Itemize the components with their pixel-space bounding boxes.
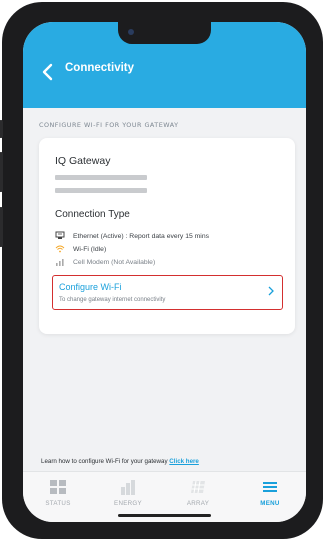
- connection-type-heading: Connection Type: [55, 209, 130, 220]
- redacted-line: [55, 188, 147, 193]
- menu-icon: [263, 482, 277, 492]
- tab-label: MENU: [260, 500, 280, 507]
- redacted-line: [55, 175, 147, 180]
- cell-signal-icon: [56, 259, 64, 266]
- help-message: Learn how to configure Wi-Fi for your ga…: [41, 458, 168, 465]
- wifi-icon: [55, 245, 65, 253]
- help-text: Learn how to configure Wi-Fi for your ga…: [41, 458, 199, 465]
- tab-label: ARRAY: [186, 500, 210, 507]
- connection-label: Wi-Fi (Idle): [73, 245, 107, 253]
- bar-chart-icon: [121, 480, 135, 495]
- gateway-name: IQ Gateway: [55, 155, 111, 167]
- screen: Connectivity CONFIGURE WI-FI FOR YOUR GA…: [23, 22, 306, 522]
- solar-panel-icon: [191, 480, 205, 494]
- page-title: Connectivity: [65, 62, 135, 74]
- tab-menu[interactable]: MENU: [235, 472, 305, 512]
- tab-energy[interactable]: ENERGY: [93, 472, 163, 512]
- section-label: CONFIGURE WI-FI FOR YOUR GATEWAY: [39, 121, 179, 129]
- connection-label: Ethernet (Active) : Report data every 15…: [73, 232, 209, 240]
- connection-ethernet-row: Ethernet (Active) : Report data every 15…: [55, 231, 209, 241]
- volume-up-button: [0, 152, 3, 192]
- ethernet-icon: [55, 231, 65, 239]
- connection-label: Cell Modem (Not Available): [73, 258, 156, 266]
- back-arrow-icon[interactable]: [37, 61, 59, 83]
- mute-switch: [0, 120, 3, 138]
- phone-frame: Connectivity CONFIGURE WI-FI FOR YOUR GA…: [0, 2, 323, 539]
- camera-dot: [128, 29, 134, 35]
- connection-wifi-row: Wi-Fi (Idle): [55, 244, 106, 254]
- configure-wifi-subtitle: To change gateway internet connectivity: [59, 297, 166, 303]
- tab-status[interactable]: STATUS: [23, 472, 93, 512]
- chevron-right-icon: [268, 286, 274, 296]
- home-indicator: [118, 514, 211, 517]
- tab-label: ENERGY: [114, 500, 142, 507]
- gateway-card: IQ Gateway Connection Type Ethernet (Act…: [39, 138, 295, 334]
- grid-icon: [50, 480, 66, 494]
- configure-wifi-title: Configure Wi-Fi: [59, 282, 122, 292]
- click-here-link[interactable]: Click here: [169, 458, 199, 465]
- configure-wifi-button[interactable]: Configure Wi-Fi To change gateway intern…: [52, 275, 283, 310]
- tab-array[interactable]: ARRAY: [163, 472, 233, 512]
- connection-cell-row: Cell Modem (Not Available): [55, 257, 155, 267]
- tab-label: STATUS: [45, 500, 71, 507]
- volume-down-button: [0, 207, 3, 247]
